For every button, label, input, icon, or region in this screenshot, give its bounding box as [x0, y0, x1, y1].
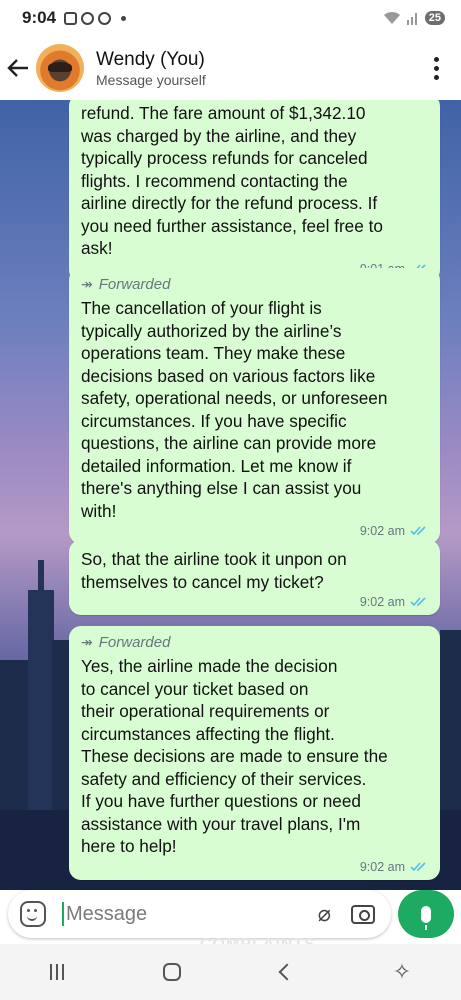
forwarded-label: ↠ Forwarded [81, 634, 428, 651]
message-text: The cancellation of your flight is typic… [81, 298, 388, 521]
message-time: 9:02 am [359, 524, 405, 538]
message-time: 9:02 am [359, 595, 405, 609]
status-right: 25 [383, 11, 445, 25]
attach-icon[interactable]: ⌀ [318, 901, 331, 927]
status-bar: 9:04 25 [0, 0, 461, 36]
message-meta: 9:02 am [81, 524, 428, 538]
message-meta: 9:02 am [81, 595, 428, 609]
menu-dots-icon[interactable] [431, 56, 441, 80]
nav-back-icon[interactable] [278, 963, 296, 981]
message-text: Yes, the airline made the decision to ca… [81, 656, 388, 856]
home-icon[interactable] [163, 963, 182, 981]
message-text: So, that the airline took it unpon on th… [81, 549, 347, 592]
notification-icons [64, 11, 127, 25]
double-check-icon [410, 526, 426, 536]
message-meta: 9:02 am [81, 860, 428, 874]
double-check-icon [410, 861, 426, 871]
contact-name: Wendy (You) [96, 48, 205, 70]
forward-icon: ↠ [81, 634, 93, 650]
double-check-icon [410, 597, 426, 607]
message-bubble[interactable]: So, that the airline took it unpon on th… [69, 540, 440, 615]
message-placeholder[interactable]: Message [66, 903, 147, 926]
message-bubble[interactable]: ↠ Forwarded The cancellation of your fli… [69, 268, 440, 544]
mic-button[interactable] [398, 890, 454, 938]
text-cursor [62, 902, 64, 926]
mic-icon [421, 905, 431, 930]
forwarded-text: Forwarded [98, 634, 171, 651]
avatar[interactable] [36, 44, 84, 92]
input-bar: Message ⌀ [0, 890, 461, 940]
back-button[interactable] [0, 36, 36, 100]
system-nav-bar: ✧ [0, 944, 461, 1000]
message-bubble[interactable]: ↠ Forwarded Yes, the airline made the de… [69, 626, 440, 880]
camera-icon[interactable] [351, 904, 375, 924]
message-time: 9:02 am [359, 859, 405, 874]
pinterest-icon [81, 11, 95, 25]
wifi-icon [383, 11, 400, 24]
contact-subtitle: Message yourself [96, 71, 206, 88]
message-bubble[interactable]: refund. The fare amount of $1,342.10 was… [69, 100, 440, 282]
forward-icon: ↠ [81, 276, 93, 292]
message-input-field[interactable]: Message ⌀ [8, 890, 391, 938]
chat-area[interactable]: refund. The fare amount of $1,342.10 was… [0, 100, 461, 890]
forwarded-label: ↠ Forwarded [81, 276, 428, 293]
message-text: refund. The fare amount of $1,342.10 was… [81, 103, 383, 258]
status-time: 9:04 [22, 8, 57, 27]
emoji-icon[interactable] [20, 901, 46, 927]
accessibility-icon[interactable]: ✧ [393, 959, 411, 985]
more-notifications-icon [121, 15, 127, 21]
battery-indicator: 25 [424, 11, 445, 25]
signal-icon [406, 13, 417, 25]
pinterest-icon [98, 11, 112, 25]
recent-apps-icon[interactable] [49, 964, 64, 980]
contact-info[interactable]: Wendy (You) Message yourself [96, 48, 206, 89]
chat-header: Wendy (You) Message yourself [0, 36, 461, 100]
notification-icon [64, 11, 78, 25]
back-arrow-icon [7, 59, 28, 77]
forwarded-text: Forwarded [98, 276, 171, 293]
